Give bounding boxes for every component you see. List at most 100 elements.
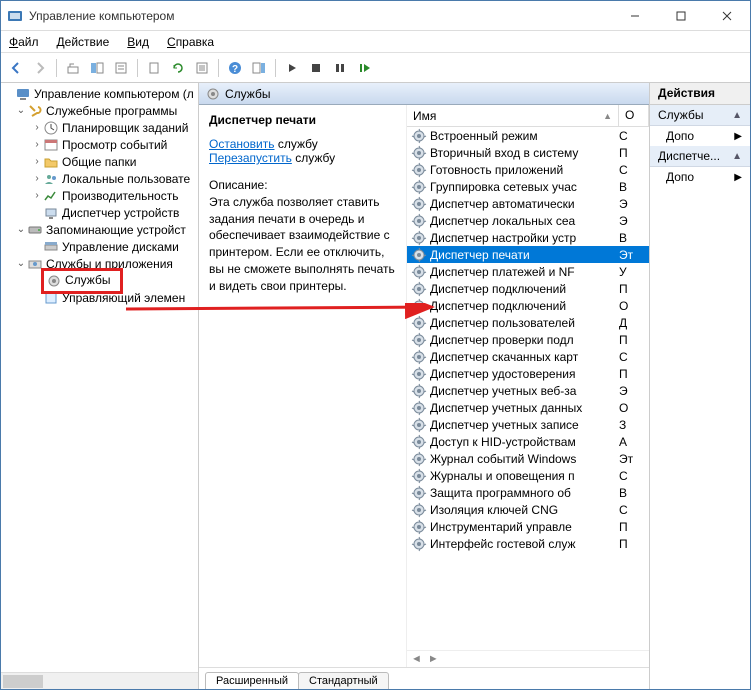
tree-devmgr[interactable]: Диспетчер устройств: [1, 204, 198, 221]
service-row[interactable]: Диспетчер локальных сеаЭ: [407, 212, 649, 229]
show-hide-tree-button[interactable]: [86, 57, 108, 79]
refresh-button[interactable]: [167, 57, 189, 79]
service-name: Диспетчер настройки устр: [430, 231, 619, 245]
service-row[interactable]: Готовность приложенийС: [407, 161, 649, 178]
service-row[interactable]: Диспетчер платежей и NFУ: [407, 263, 649, 280]
service-row[interactable]: Журналы и оповещения пС: [407, 467, 649, 484]
list-header[interactable]: Имя▲ О: [407, 105, 649, 127]
tree-eventviewer[interactable]: ›Просмотр событий: [1, 136, 198, 153]
close-button[interactable]: [704, 1, 750, 31]
stop-link[interactable]: Остановить: [209, 137, 275, 151]
menu-file[interactable]: Файл: [9, 35, 39, 49]
export-button[interactable]: [143, 57, 165, 79]
service-name: Диспетчер локальных сеа: [430, 214, 619, 228]
list-button[interactable]: [191, 57, 213, 79]
menu-action[interactable]: Действие: [57, 35, 110, 49]
menu-view[interactable]: Вид: [127, 35, 149, 49]
service-row[interactable]: Диспетчер удостоверенияП: [407, 365, 649, 382]
gear-icon: [411, 179, 427, 195]
gear-icon: [411, 264, 427, 280]
service-row[interactable]: Диспетчер подключенийП: [407, 280, 649, 297]
gear-icon: [411, 417, 427, 433]
storage-icon: [27, 222, 43, 238]
menubar: Файл Действие Вид Справка: [1, 31, 750, 53]
service-name: Диспетчер автоматически: [430, 197, 619, 211]
service-name: Диспетчер проверки подл: [430, 333, 619, 347]
tree-services[interactable]: Службы: [1, 272, 198, 289]
service-row[interactable]: Диспетчер учетных данныхО: [407, 399, 649, 416]
help-button[interactable]: ?: [224, 57, 246, 79]
tree-scheduler[interactable]: ›Планировщик заданий: [1, 119, 198, 136]
service-name: Диспетчер платежей и NF: [430, 265, 619, 279]
service-row[interactable]: Диспетчер автоматическиЭ: [407, 195, 649, 212]
middle-pane: Службы Диспетчер печати Остановить служб…: [199, 83, 650, 689]
gear-icon: [411, 145, 427, 161]
tree-storage[interactable]: ⌄Запоминающие устройст: [1, 221, 198, 238]
up-button[interactable]: [62, 57, 84, 79]
col-description[interactable]: О: [619, 105, 649, 126]
tree-hscrollbar[interactable]: [1, 672, 198, 689]
minimize-button[interactable]: [612, 1, 658, 31]
gear-icon: [411, 196, 427, 212]
tree-pane[interactable]: Управление компьютером (л ⌄Служебные про…: [1, 83, 199, 689]
tree-performance[interactable]: ›Производительность: [1, 187, 198, 204]
service-row[interactable]: Изоляция ключей CNGС: [407, 501, 649, 518]
service-row[interactable]: Защита программного обВ: [407, 484, 649, 501]
forward-button[interactable]: [29, 57, 51, 79]
actions-section-services[interactable]: Службы▲: [650, 105, 750, 126]
service-row[interactable]: Журнал событий WindowsЭт: [407, 450, 649, 467]
description-label: Описание:: [209, 177, 396, 194]
service-name: Встроенный режим: [430, 129, 619, 143]
maximize-button[interactable]: [658, 1, 704, 31]
actions-more-1[interactable]: Допо▶: [650, 126, 750, 146]
service-row[interactable]: Диспетчер скачанных картС: [407, 348, 649, 365]
tree-utilities[interactable]: ⌄Служебные программы: [1, 102, 198, 119]
service-row[interactable]: Диспетчер учетных веб-заЭ: [407, 382, 649, 399]
service-row[interactable]: Встроенный режимС: [407, 127, 649, 144]
gear-icon: [411, 162, 427, 178]
actions-section-selected[interactable]: Диспетче...▲: [650, 146, 750, 167]
tree-root[interactable]: Управление компьютером (л: [1, 85, 198, 102]
service-row[interactable]: Доступ к HID-устройствамА: [407, 433, 649, 450]
service-row[interactable]: Инструментарий управлеП: [407, 518, 649, 535]
actions-more-2[interactable]: Допо▶: [650, 167, 750, 187]
tree-diskmgr[interactable]: Управление дисками: [1, 238, 198, 255]
stop-service-button[interactable]: [305, 57, 327, 79]
service-desc-trunc: П: [619, 146, 649, 160]
restart-service-button[interactable]: [353, 57, 375, 79]
service-name: Журналы и оповещения п: [430, 469, 619, 483]
sort-asc-icon: ▲: [603, 111, 612, 121]
service-row[interactable]: Диспетчер настройки устрВ: [407, 229, 649, 246]
col-name[interactable]: Имя▲: [407, 105, 619, 126]
service-name: Группировка сетевых учас: [430, 180, 619, 194]
pause-service-button[interactable]: [329, 57, 351, 79]
tree-sharedfolders[interactable]: ›Общие папки: [1, 153, 198, 170]
service-row[interactable]: Группировка сетевых учасВ: [407, 178, 649, 195]
users-icon: [43, 171, 59, 187]
start-service-button[interactable]: [281, 57, 303, 79]
tab-extended[interactable]: Расширенный: [205, 672, 299, 689]
restart-link[interactable]: Перезапустить: [209, 151, 292, 165]
tab-standard[interactable]: Стандартный: [298, 672, 389, 689]
service-row[interactable]: Диспетчер подключенийО: [407, 297, 649, 314]
service-desc-trunc: Э: [619, 197, 649, 211]
back-button[interactable]: [5, 57, 27, 79]
properties-button[interactable]: [110, 57, 132, 79]
gear-icon: [411, 213, 427, 229]
service-row[interactable]: Диспетчер учетных записеЗ: [407, 416, 649, 433]
list-nav[interactable]: ◄ ►: [407, 650, 649, 667]
service-name: Диспетчер пользователей: [430, 316, 619, 330]
service-row[interactable]: Интерфейс гостевой служП: [407, 535, 649, 552]
gear-icon: [411, 485, 427, 501]
service-row[interactable]: Вторичный вход в системуП: [407, 144, 649, 161]
action-pane-button[interactable]: [248, 57, 270, 79]
service-name: Защита программного об: [430, 486, 619, 500]
tree-localusers[interactable]: ›Локальные пользовате: [1, 170, 198, 187]
service-row[interactable]: Диспетчер печатиЭт: [407, 246, 649, 263]
service-row[interactable]: Диспетчер проверки подлП: [407, 331, 649, 348]
service-row[interactable]: Диспетчер пользователейД: [407, 314, 649, 331]
menu-help[interactable]: Справка: [167, 35, 214, 49]
gear-icon: [411, 451, 427, 467]
nav-right-icon[interactable]: ►: [428, 653, 439, 665]
nav-left-icon[interactable]: ◄: [411, 653, 422, 665]
